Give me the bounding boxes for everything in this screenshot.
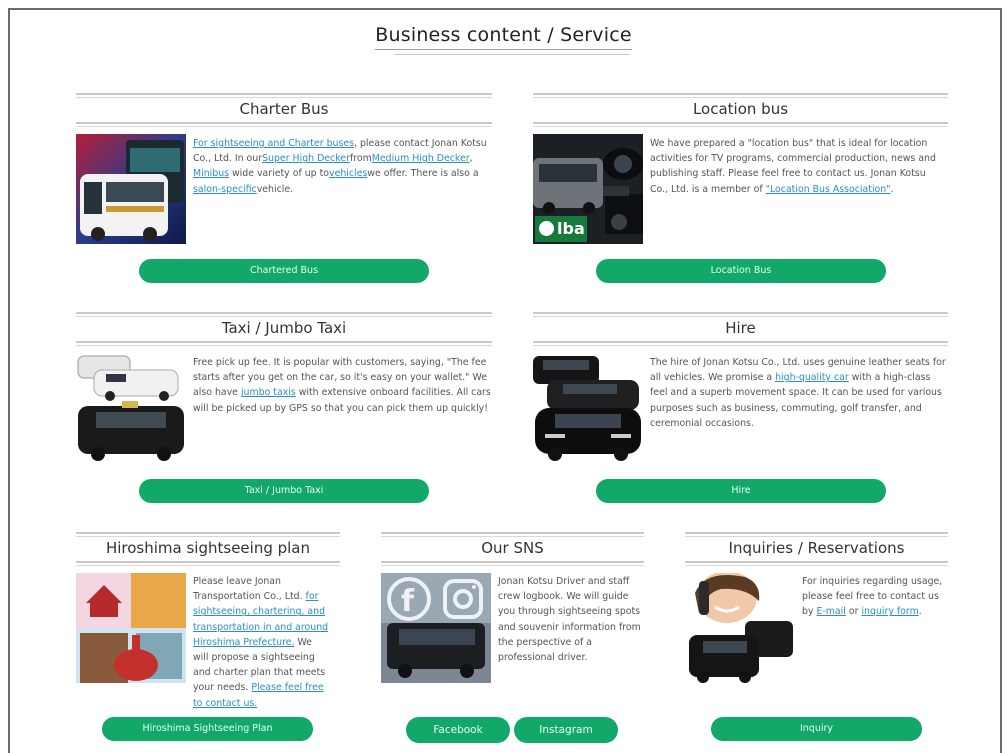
svg-text:f: f xyxy=(401,584,415,619)
section-title: Hiroshima sightseeing plan xyxy=(105,539,311,557)
sns-section: Our SNS xyxy=(381,532,644,566)
location-bus-description: We have prepared a "location bus" that i… xyxy=(650,138,936,195)
inquiry-description: For inquiries regarding usage, please fe… xyxy=(802,576,943,618)
section-title: Taxi / Jumbo Taxi xyxy=(221,319,347,337)
taxi-image xyxy=(76,354,186,464)
location-bus-button[interactable]: Location Bus xyxy=(596,259,886,283)
inquiry-section: Inquiries / Reservations xyxy=(685,532,948,566)
charter-link-vehicles[interactable]: vehicles xyxy=(329,168,367,179)
charter-link-minibus[interactable]: Minibus xyxy=(193,168,229,179)
inquiry-form-link[interactable]: inquiry form xyxy=(861,606,918,617)
taxi-description: Free pick up fee. It is popular with cus… xyxy=(193,357,491,414)
section-title: Inquiries / Reservations xyxy=(728,539,905,557)
section-title: Charter Bus xyxy=(239,100,329,118)
section-header: Our SNS xyxy=(381,532,644,566)
chartered-bus-button[interactable]: Chartered Bus xyxy=(139,259,429,283)
section-header: Taxi / Jumbo Taxi xyxy=(76,312,492,346)
page-title-underline xyxy=(394,54,630,55)
hire-description: The hire of Jonan Kotsu Co., Ltd. uses g… xyxy=(650,357,946,429)
taxi-section: Taxi / Jumbo Taxi xyxy=(76,312,492,346)
location-bus-image: lba xyxy=(533,134,643,244)
inquiry-button[interactable]: Inquiry xyxy=(711,717,922,741)
charter-link-super-high-decker[interactable]: Super High Decker xyxy=(262,153,350,164)
sns-description: Jonan Kotsu Driver and staff crew logboo… xyxy=(498,576,641,664)
section-title: Location bus xyxy=(692,100,789,118)
hire-button[interactable]: Hire xyxy=(596,479,886,503)
hiroshima-sightseeing-plan-button[interactable]: Hiroshima Sightseeing Plan xyxy=(102,717,313,741)
facebook-button[interactable]: Facebook xyxy=(406,717,510,743)
page-title-text: Business content / Service xyxy=(375,24,632,50)
lba-logo-icon xyxy=(539,221,554,236)
hire-section: Hire xyxy=(533,312,948,346)
section-title: Our SNS xyxy=(481,539,544,557)
charter-bus-section: Charter Bus xyxy=(76,93,492,127)
inquiry-image xyxy=(685,573,795,683)
section-header: Inquiries / Reservations xyxy=(685,532,948,566)
location-bus-association-link[interactable]: "Location Bus Association" xyxy=(766,184,891,195)
jumbo-taxis-link[interactable]: jumbo taxis xyxy=(241,387,296,398)
charter-link-medium-high-decker[interactable]: Medium High Decker xyxy=(372,153,470,164)
instagram-button[interactable]: Instagram xyxy=(514,717,618,743)
section-header: Charter Bus xyxy=(76,93,492,127)
section-header: Location bus xyxy=(533,93,948,127)
charter-bus-image xyxy=(76,134,186,244)
lba-badge: lba xyxy=(535,216,587,242)
charter-bus-description: For sightseeing and Charter buses, pleas… xyxy=(193,138,487,195)
page-title: Business content / Service xyxy=(0,24,1007,50)
hiroshima-description: Please leave Jonan Transportation Co., L… xyxy=(193,576,329,709)
section-header: Hiroshima sightseeing plan xyxy=(76,532,340,566)
hiroshima-section: Hiroshima sightseeing plan xyxy=(76,532,340,566)
location-bus-section: Location bus xyxy=(533,93,948,127)
sns-image: f xyxy=(381,573,491,683)
hiroshima-image xyxy=(76,573,186,683)
hire-image xyxy=(533,354,643,464)
email-link[interactable]: E-mail xyxy=(816,606,845,617)
high-quality-car-link[interactable]: high-quality car xyxy=(775,372,849,383)
section-title: Hire xyxy=(725,319,756,337)
section-header: Hire xyxy=(533,312,948,346)
taxi-jumbo-taxi-button[interactable]: Taxi / Jumbo Taxi xyxy=(139,479,429,503)
charter-link-salon-specific[interactable]: salon-specific xyxy=(193,184,257,195)
charter-link-sightseeing[interactable]: For sightseeing and Charter buses xyxy=(193,138,354,149)
